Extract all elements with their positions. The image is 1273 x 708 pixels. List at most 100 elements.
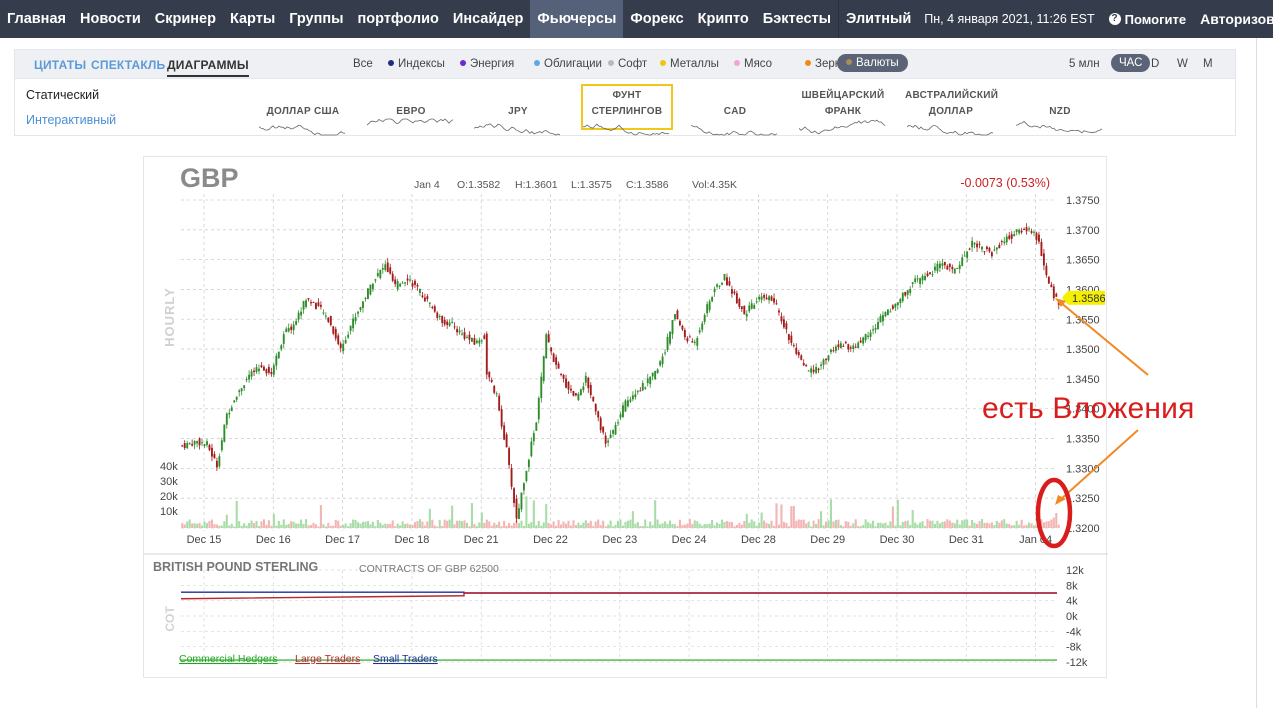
last-price-label: 1.3586 xyxy=(1072,293,1106,305)
volume-bar xyxy=(876,522,880,528)
filter-item[interactable]: Валюты xyxy=(837,54,908,72)
filter-item[interactable]: Индексы xyxy=(388,58,445,70)
candle-body xyxy=(946,265,949,270)
volume-bar xyxy=(943,521,946,528)
timeframe-option[interactable]: D xyxy=(1151,58,1159,70)
candle-body xyxy=(730,289,733,294)
x-tick-label: Dec 18 xyxy=(394,534,429,546)
nav-item[interactable]: Элитный xyxy=(838,0,919,38)
currency-thumbnail[interactable]: CAD xyxy=(689,79,781,136)
candle-body xyxy=(1030,231,1033,233)
nav-item[interactable]: Форекс xyxy=(623,0,690,38)
volume-bar xyxy=(552,521,555,528)
currency-thumbnail[interactable]: ДОЛЛАР США xyxy=(257,79,349,136)
volume-bar xyxy=(287,523,290,528)
volume-bar xyxy=(678,519,681,528)
interactive-link[interactable]: Интерактивный xyxy=(26,113,116,127)
filter-label: Мясо xyxy=(744,58,773,70)
filter-item[interactable]: Все xyxy=(353,58,373,70)
thumbnail-sparkline xyxy=(691,124,778,136)
main-chart[interactable]: Dec 15 Dec 16 Dec 17 Dec 18 Dec 21 Dec 22 Dec … xyxy=(143,156,1108,678)
nav-item[interactable]: Новости xyxy=(73,0,148,38)
currency-thumbnail[interactable]: АВСТРАЛИЙСКИЙ ДОЛЛАР xyxy=(905,79,998,136)
candle-body xyxy=(433,306,436,312)
candle-body xyxy=(768,296,771,301)
candle-body xyxy=(886,309,889,316)
volume-bar xyxy=(305,519,308,528)
volume-bar xyxy=(758,522,761,528)
help-link[interactable]: ? Помогите xyxy=(1101,12,1195,27)
login-link[interactable]: Авторизоваться xyxy=(1194,11,1273,27)
candle-body xyxy=(418,288,421,293)
static-link[interactable]: Статический xyxy=(26,88,99,102)
volume-bar xyxy=(582,522,585,528)
volume-bar xyxy=(664,521,667,528)
volume-bar xyxy=(453,524,456,528)
nav-item[interactable]: Фьючерсы xyxy=(530,0,624,38)
candle-body xyxy=(315,302,317,310)
volume-bar xyxy=(470,503,473,528)
thumbnail-sparkline xyxy=(474,123,561,136)
volume-bar xyxy=(691,523,694,528)
chart-canvas: Dec 15 Dec 16 Dec 17 Dec 18 Dec 21 Dec 22 Dec … xyxy=(144,163,1108,669)
candle-body xyxy=(352,318,355,329)
candle-body xyxy=(1005,236,1008,243)
volume-bar xyxy=(421,521,424,528)
volume-bar xyxy=(790,506,793,528)
candle-body xyxy=(688,336,691,338)
candle-body xyxy=(926,273,929,277)
timeframe-option[interactable]: ЧАС xyxy=(1111,54,1151,72)
filter-item[interactable]: Мясо xyxy=(734,58,772,70)
volume-bar xyxy=(693,520,696,528)
cot-legend-item: Small Traders xyxy=(373,653,438,665)
candle-body xyxy=(297,312,300,320)
nav-item[interactable]: Карты xyxy=(223,0,282,38)
volume-bar xyxy=(1005,523,1008,528)
filter-item[interactable]: Софт xyxy=(608,58,647,70)
nav-item[interactable]: Группы xyxy=(282,0,350,38)
filter-item[interactable]: Облигации xyxy=(534,58,602,70)
candle-body xyxy=(691,341,694,343)
tab-quotes[interactable]: ЦИТАТЫ xyxy=(34,58,86,72)
candle-body xyxy=(882,314,884,322)
filter-item[interactable]: Энергия xyxy=(460,58,514,70)
timeframe-option[interactable]: W xyxy=(1177,58,1188,70)
tab-performance[interactable]: СПЕКТАКЛЬ xyxy=(91,58,165,72)
candle-body xyxy=(852,345,855,350)
candle-body xyxy=(1013,234,1016,237)
tab-charts[interactable]: ДИАГРАММЫ xyxy=(167,58,249,77)
volume-bar xyxy=(807,521,810,528)
currency-thumbnail[interactable]: JPY xyxy=(472,79,564,136)
candle-body xyxy=(919,278,922,285)
candle-body xyxy=(968,248,971,250)
volume-bar xyxy=(849,525,852,528)
hourly-side-label: HOURLY xyxy=(162,287,177,347)
nav-item[interactable]: Инсайдер xyxy=(446,0,531,38)
candle-body xyxy=(1045,265,1048,276)
volume-bar xyxy=(1028,522,1031,528)
currency-thumbnail[interactable]: ШВЕЙЦАРСКИЙ ФРАНК xyxy=(797,79,889,136)
candle-body xyxy=(1020,230,1023,233)
nav-item[interactable]: Бэктесты xyxy=(756,0,838,38)
filter-item[interactable]: Металлы xyxy=(660,58,719,70)
timeframe-option[interactable]: M xyxy=(1203,58,1213,70)
nav-item[interactable]: Скринер xyxy=(148,0,223,38)
candle-body xyxy=(349,325,352,331)
volume-bar xyxy=(641,526,644,528)
currency-thumbnail[interactable]: ЕВРО xyxy=(365,79,457,136)
nav-item[interactable]: Главная xyxy=(0,0,73,38)
candle-body xyxy=(280,345,283,350)
currency-thumbnail[interactable]: ФУНТ СТЕРЛИНГОВ xyxy=(581,79,673,136)
volume-bar xyxy=(775,503,778,528)
volume-bar xyxy=(374,526,377,528)
candle-body xyxy=(785,323,788,330)
currency-thumbnail[interactable]: NZD xyxy=(1014,79,1106,136)
candle-body xyxy=(265,369,268,374)
timeframe-option[interactable]: 5 млн xyxy=(1069,58,1100,70)
candle-body xyxy=(842,345,845,347)
volume-bar xyxy=(599,525,602,528)
nav-item[interactable]: Крипто xyxy=(691,0,756,38)
candle-body xyxy=(374,279,377,281)
nav-item[interactable]: портфолио xyxy=(351,0,446,38)
volume-bar xyxy=(1037,522,1040,528)
